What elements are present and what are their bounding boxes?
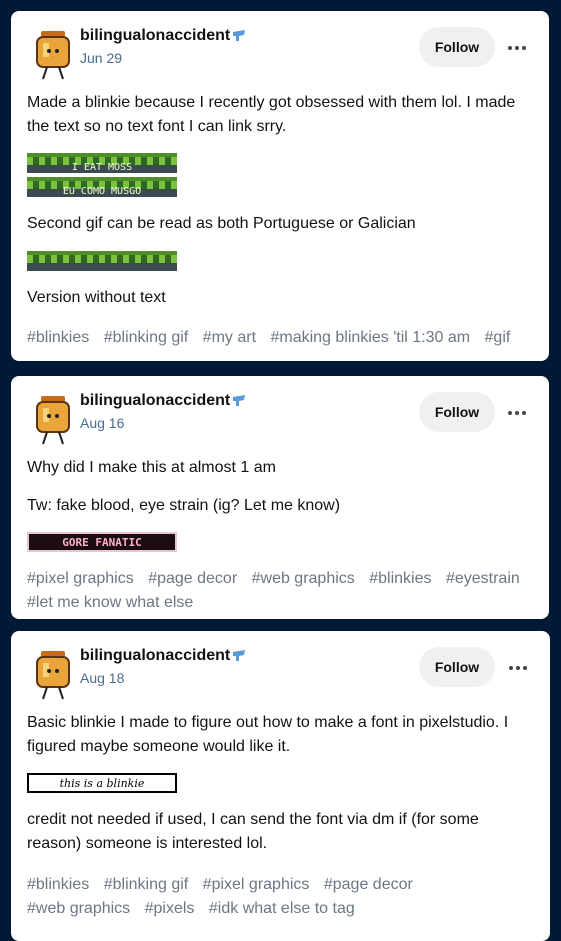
post-text: Why did I make this at almost 1 am <box>27 459 276 476</box>
follow-button[interactable]: Follow <box>419 647 495 687</box>
avatar[interactable] <box>29 27 77 83</box>
tag[interactable]: #page decor <box>148 570 237 587</box>
tag[interactable]: #idk what else to tag <box>209 900 355 917</box>
tag[interactable]: #web graphics <box>252 570 355 587</box>
blinkie-text: this is a blinkie <box>59 776 145 790</box>
more-options-icon[interactable] <box>506 37 528 57</box>
tag[interactable]: #pixels <box>145 900 195 917</box>
verified-badge-icon <box>233 30 245 41</box>
tag[interactable]: #blinkies <box>369 570 431 587</box>
blinkie-image <box>27 251 177 271</box>
post-card: bilingualonaccident Jun 29 Follow Made a… <box>11 11 549 361</box>
blinkie-image: this is a blinkie <box>27 773 177 793</box>
verified-badge-icon <box>233 650 245 661</box>
tag[interactable]: #pixel graphics <box>27 570 134 587</box>
blinkie-image: EU COMO MUSGO <box>27 177 177 197</box>
more-options-icon[interactable] <box>507 657 529 677</box>
tag[interactable]: #blinking gif <box>104 329 189 346</box>
moss-decoration <box>27 255 177 263</box>
more-options-icon[interactable] <box>506 402 528 422</box>
avatar[interactable] <box>29 647 77 703</box>
tag[interactable]: #making blinkies 'til 1:30 am <box>270 329 470 346</box>
tag[interactable]: #page decor <box>324 876 413 893</box>
post-header: bilingualonaccident Jun 29 Follow <box>11 11 549 86</box>
tag[interactable]: #gif <box>485 329 511 346</box>
tag[interactable]: #my art <box>203 329 256 346</box>
blinkie-image: I EAT MOSS <box>27 153 177 173</box>
post-text: Version without text <box>27 289 166 306</box>
blog-name[interactable]: bilingualonaccident <box>80 392 230 410</box>
post-header: bilingualonaccident Aug 16 Follow <box>11 376 549 451</box>
tag[interactable]: #blinking gif <box>104 876 189 893</box>
tag[interactable]: #let me know what else <box>27 594 193 611</box>
blog-name[interactable]: bilingualonaccident <box>80 647 230 665</box>
post-card: bilingualonaccident Aug 16 Follow Why di… <box>11 376 549 619</box>
tag-list: #blinkies #blinking gif #pixel graphics … <box>27 873 538 921</box>
post-date[interactable]: Aug 16 <box>80 415 124 431</box>
tag[interactable]: #blinkies <box>27 329 89 346</box>
blinkie-text: GORE FANATIC <box>62 535 142 549</box>
tag[interactable]: #blinkies <box>27 876 89 893</box>
post-header: bilingualonaccident Aug 18 Follow <box>11 631 550 706</box>
tag-list: #pixel graphics #page decor #web graphic… <box>27 567 537 615</box>
post-card: bilingualonaccident Aug 18 Follow Basic … <box>11 631 550 941</box>
tag-list: #blinkies #blinking gif #my art #making … <box>27 326 537 350</box>
post-text: Made a blinkie because I recently got ob… <box>27 94 516 135</box>
verified-badge-icon <box>233 395 245 406</box>
blinkie-image: GORE FANATIC <box>27 532 177 552</box>
blinkie-text: I EAT MOSS <box>71 161 133 173</box>
avatar[interactable] <box>29 392 77 448</box>
tag[interactable]: #pixel graphics <box>203 876 310 893</box>
post-text: Tw: fake blood, eye strain (ig? Let me k… <box>27 497 341 514</box>
tag[interactable]: #eyestrain <box>446 570 520 587</box>
post-date[interactable]: Jun 29 <box>80 50 122 66</box>
blinkie-text: EU COMO MUSGO <box>62 185 142 197</box>
post-text: Second gif can be read as both Portugues… <box>27 215 416 232</box>
post-date[interactable]: Aug 18 <box>80 670 124 686</box>
post-text: Basic blinkie I made to figure out how t… <box>27 714 509 755</box>
tag[interactable]: #web graphics <box>27 900 130 917</box>
follow-button[interactable]: Follow <box>419 392 495 432</box>
blog-name[interactable]: bilingualonaccident <box>80 27 230 45</box>
post-text: credit not needed if used, I can send th… <box>27 811 479 852</box>
follow-button[interactable]: Follow <box>419 27 495 67</box>
